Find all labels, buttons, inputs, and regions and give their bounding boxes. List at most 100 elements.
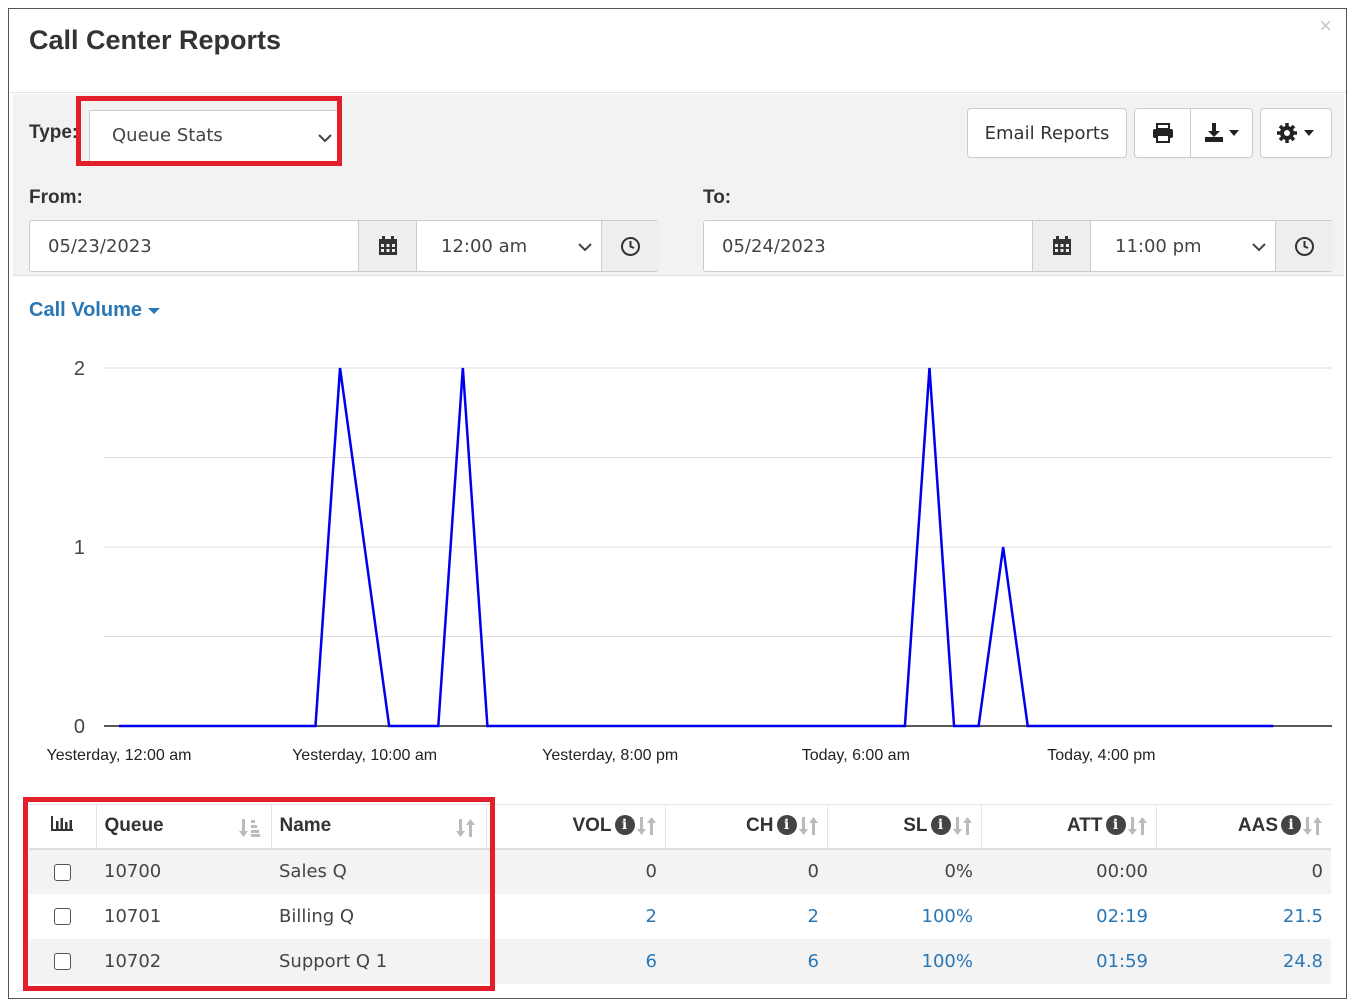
x-tick-label: Today, 6:00 am xyxy=(802,747,910,764)
y-tick-label: 1 xyxy=(74,537,85,559)
sort-icon xyxy=(636,817,656,836)
settings-dropdown-button[interactable] xyxy=(1260,108,1332,158)
print-export-button-group xyxy=(1134,108,1253,158)
from-time-select[interactable]: 12:00 am xyxy=(417,221,601,271)
table-header-row: Queue Name VOL i CH i SL i ATT i AAS i xyxy=(29,804,1331,850)
queue-cell: 10700 xyxy=(96,848,271,894)
x-tick-label: Yesterday, 12:00 am xyxy=(47,747,192,764)
gear-icon xyxy=(1277,123,1314,143)
aas-link[interactable]: 24.8 xyxy=(1156,938,1331,984)
column-header-ch[interactable]: CH i xyxy=(665,804,828,850)
sl-link[interactable]: 100% xyxy=(827,938,981,984)
name-cell: Sales Q xyxy=(271,848,486,894)
bar-chart-icon xyxy=(51,816,74,832)
modal-header: Call Center Reports × xyxy=(9,9,1346,93)
column-label-queue: Queue xyxy=(104,815,164,837)
x-tick-label: Yesterday, 8:00 pm xyxy=(542,747,678,764)
chevron-down-icon xyxy=(578,243,592,252)
queue-cell: 10702 xyxy=(96,938,271,984)
filter-panel: Type: Queue Stats Email Reports From: To… xyxy=(13,94,1344,276)
info-icon[interactable]: i xyxy=(776,815,797,836)
to-calendar-button[interactable] xyxy=(1032,221,1091,271)
sort-icon xyxy=(455,819,475,837)
row-checkbox[interactable] xyxy=(54,908,71,925)
sl-link[interactable]: 100% xyxy=(827,894,981,939)
call-center-reports-modal: Call Center Reports × Type: Queue Stats … xyxy=(8,8,1347,999)
info-icon[interactable]: i xyxy=(930,815,951,836)
clock-icon xyxy=(621,237,640,256)
column-header-att[interactable]: ATT i xyxy=(981,804,1157,850)
sort-icon xyxy=(1303,817,1322,836)
report-type-select[interactable]: Queue Stats xyxy=(89,110,341,166)
table-row: 10700 Sales Q 0 0 0% 00:00 0 xyxy=(29,848,1331,894)
to-datetime-group: 05/24/2023 11:00 pm xyxy=(703,220,1333,272)
column-label-ch: CH xyxy=(746,815,774,837)
column-label-vol: VOL xyxy=(572,815,612,837)
vol-link[interactable]: 6 xyxy=(486,938,665,984)
info-icon[interactable]: i xyxy=(1281,815,1301,836)
x-tick-label: Today, 4:00 pm xyxy=(1047,747,1155,764)
sort-asc-icon xyxy=(238,819,260,837)
y-tick-label: 2 xyxy=(74,358,85,380)
download-icon xyxy=(1205,123,1239,142)
aas-cell: 0 xyxy=(1156,848,1331,894)
column-label-name: Name xyxy=(279,815,332,837)
column-label-sl: SL xyxy=(903,815,928,837)
att-link[interactable]: 02:19 xyxy=(981,894,1156,939)
type-label: Type: xyxy=(29,122,79,143)
column-label-aas: AAS xyxy=(1237,815,1278,837)
info-icon[interactable]: i xyxy=(614,815,635,836)
to-date-input[interactable]: 05/24/2023 xyxy=(704,221,1032,271)
from-datetime-group: 05/23/2023 12:00 am xyxy=(29,220,659,272)
print-button[interactable] xyxy=(1135,109,1191,157)
ch-link[interactable]: 2 xyxy=(665,894,827,939)
att-link[interactable]: 01:59 xyxy=(981,938,1156,984)
table-row: 10702 Support Q 1 6 6 100% 01:59 24.8 xyxy=(29,938,1331,984)
att-cell: 00:00 xyxy=(981,848,1156,894)
chevron-down-icon xyxy=(318,134,332,143)
aas-link[interactable]: 21.5 xyxy=(1156,894,1331,939)
ch-link[interactable]: 6 xyxy=(665,938,827,984)
chevron-down-icon xyxy=(1252,243,1266,252)
to-clock-button[interactable] xyxy=(1275,221,1333,271)
from-calendar-button[interactable] xyxy=(358,221,417,271)
report-type-value: Queue Stats xyxy=(112,125,223,146)
column-header-chart-toggle[interactable] xyxy=(29,804,97,850)
download-dropdown-button[interactable] xyxy=(1192,109,1254,157)
row-select-cell xyxy=(29,848,96,894)
sort-icon xyxy=(952,817,972,836)
vol-link[interactable]: 2 xyxy=(486,894,665,939)
column-header-vol[interactable]: VOL i xyxy=(486,804,666,850)
to-time-select[interactable]: 11:00 pm xyxy=(1091,221,1275,271)
row-checkbox[interactable] xyxy=(54,863,71,881)
sort-icon xyxy=(798,817,818,836)
y-tick-label: 0 xyxy=(74,716,85,738)
from-clock-button[interactable] xyxy=(601,221,659,271)
column-header-aas[interactable]: AAS i xyxy=(1156,804,1331,850)
vol-cell: 0 xyxy=(486,848,665,894)
close-icon[interactable]: × xyxy=(1319,13,1332,39)
from-date-input[interactable]: 05/23/2023 xyxy=(30,221,358,271)
from-time-value: 12:00 am xyxy=(441,236,528,257)
column-header-name[interactable]: Name xyxy=(271,804,487,850)
call-volume-chart: 0 1 2 Yesterday, 12:00 am Yesterday, 10:00 a… xyxy=(47,358,1332,764)
sort-icon xyxy=(1127,817,1147,836)
row-select-cell xyxy=(29,938,96,984)
column-header-queue[interactable]: Queue xyxy=(96,804,272,850)
name-cell: Billing Q xyxy=(279,905,355,927)
calendar-icon xyxy=(1053,236,1071,255)
column-header-sl[interactable]: SL i xyxy=(827,804,982,850)
name-cell: Support Q 1 xyxy=(271,938,486,984)
email-reports-button[interactable]: Email Reports xyxy=(967,108,1127,158)
print-icon xyxy=(1153,123,1173,143)
x-tick-label: Yesterday, 10:00 am xyxy=(292,747,437,764)
queue-cell: 10701 xyxy=(104,905,162,927)
to-time-value: 11:00 pm xyxy=(1115,236,1202,257)
from-label: From: xyxy=(29,187,83,208)
row-select-cell xyxy=(29,894,96,939)
column-label-att: ATT xyxy=(1066,815,1103,837)
info-icon[interactable]: i xyxy=(1105,815,1126,836)
queue-stats-table: Queue Name VOL i CH i SL i ATT i AAS i 1… xyxy=(29,804,1331,984)
calendar-icon xyxy=(379,236,397,255)
row-checkbox[interactable] xyxy=(54,953,71,970)
